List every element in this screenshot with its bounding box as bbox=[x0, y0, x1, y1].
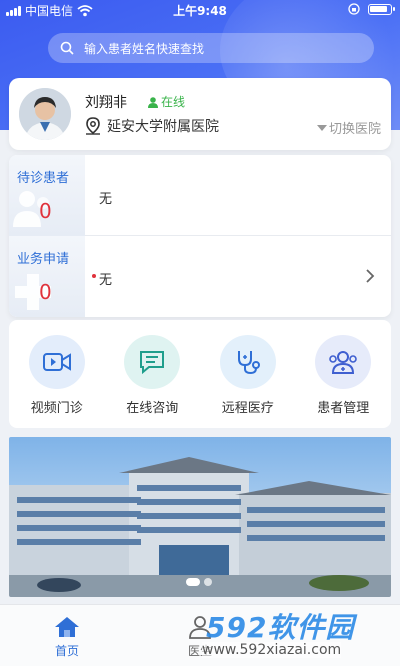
carousel-dot[interactable] bbox=[204, 578, 212, 586]
carousel-dot-active[interactable] bbox=[186, 578, 200, 586]
menu-video-clinic[interactable]: 视频门诊 bbox=[17, 335, 97, 416]
tab-doctor-label: 医生 bbox=[187, 644, 212, 658]
business-requests-title: 业务申请 bbox=[17, 252, 70, 267]
menu-online-consult[interactable]: 在线咨询 bbox=[112, 335, 192, 416]
search-icon bbox=[60, 41, 74, 55]
online-status: 在线 bbox=[147, 93, 185, 110]
patients-group-icon bbox=[315, 335, 372, 389]
business-requests-text: 无 bbox=[99, 273, 113, 288]
search-bar[interactable]: 输入患者姓名快速查找 bbox=[48, 33, 374, 63]
person-icon bbox=[148, 96, 158, 108]
menu-label: 视频门诊 bbox=[30, 401, 83, 416]
tab-home[interactable]: 首页 bbox=[27, 615, 107, 659]
dropdown-triangle-icon bbox=[316, 124, 327, 131]
location-pin-icon bbox=[86, 117, 100, 135]
menu-remote-medical[interactable]: 远程医疗 bbox=[208, 335, 288, 416]
stethoscope-icon bbox=[219, 335, 276, 389]
orientation-lock-icon bbox=[348, 3, 360, 15]
chat-icon bbox=[124, 335, 181, 389]
search-placeholder: 输入患者姓名快速查找 bbox=[84, 41, 205, 56]
pending-patients-tile: 待诊患者 0 bbox=[9, 155, 85, 236]
online-status-label: 在线 bbox=[161, 95, 186, 109]
doctor-icon bbox=[189, 616, 211, 639]
pending-patients-row[interactable]: 待诊患者 0 无 bbox=[9, 155, 391, 236]
pending-patients-text: 无 bbox=[99, 192, 113, 207]
battery-icon bbox=[368, 3, 395, 15]
clock: 上午9:48 bbox=[173, 4, 227, 18]
business-requests-row[interactable]: 业务申请 0 无 bbox=[9, 236, 391, 317]
business-requests-count: 0 bbox=[39, 280, 52, 304]
pending-patients-count: 0 bbox=[39, 199, 52, 223]
doctor-profile-card: 刘翔非 在线 延安大学附属医院 切换医院 bbox=[9, 78, 391, 150]
tab-doctor[interactable]: 医生 bbox=[160, 615, 240, 659]
menu-label: 在线咨询 bbox=[126, 401, 179, 416]
task-summary-card: 待诊患者 0 无 业务申请 0 无 bbox=[9, 155, 391, 317]
bottom-tab-bar: 首页 医生 bbox=[0, 604, 400, 666]
menu-label: 患者管理 bbox=[317, 401, 370, 416]
status-bar: 中国电信 上午9:48 bbox=[0, 0, 400, 20]
doctor-name: 刘翔非 bbox=[85, 95, 127, 111]
video-camera-icon bbox=[28, 335, 85, 389]
unread-dot bbox=[92, 274, 96, 278]
quick-menu: 视频门诊 在线咨询 远程医疗 患者管理 bbox=[9, 320, 391, 428]
carousel-indicator[interactable] bbox=[186, 578, 212, 586]
menu-label: 远程医疗 bbox=[221, 401, 274, 416]
avatar[interactable] bbox=[19, 88, 71, 140]
home-icon bbox=[55, 617, 79, 637]
hospital-building-image bbox=[9, 437, 391, 597]
menu-patient-management[interactable]: 患者管理 bbox=[303, 335, 383, 416]
switch-hospital-button[interactable]: 切换医院 bbox=[316, 118, 381, 137]
hospital-banner[interactable] bbox=[9, 437, 391, 597]
hospital-info: 延安大学附属医院 bbox=[85, 116, 219, 136]
business-requests-tile: 业务申请 0 bbox=[9, 236, 85, 317]
chevron-right-icon[interactable] bbox=[365, 268, 375, 284]
switch-hospital-label: 切换医院 bbox=[328, 122, 381, 137]
pending-patients-title: 待诊患者 bbox=[17, 171, 70, 186]
hospital-name: 延安大学附属医院 bbox=[107, 119, 219, 135]
tab-home-label: 首页 bbox=[54, 644, 79, 658]
